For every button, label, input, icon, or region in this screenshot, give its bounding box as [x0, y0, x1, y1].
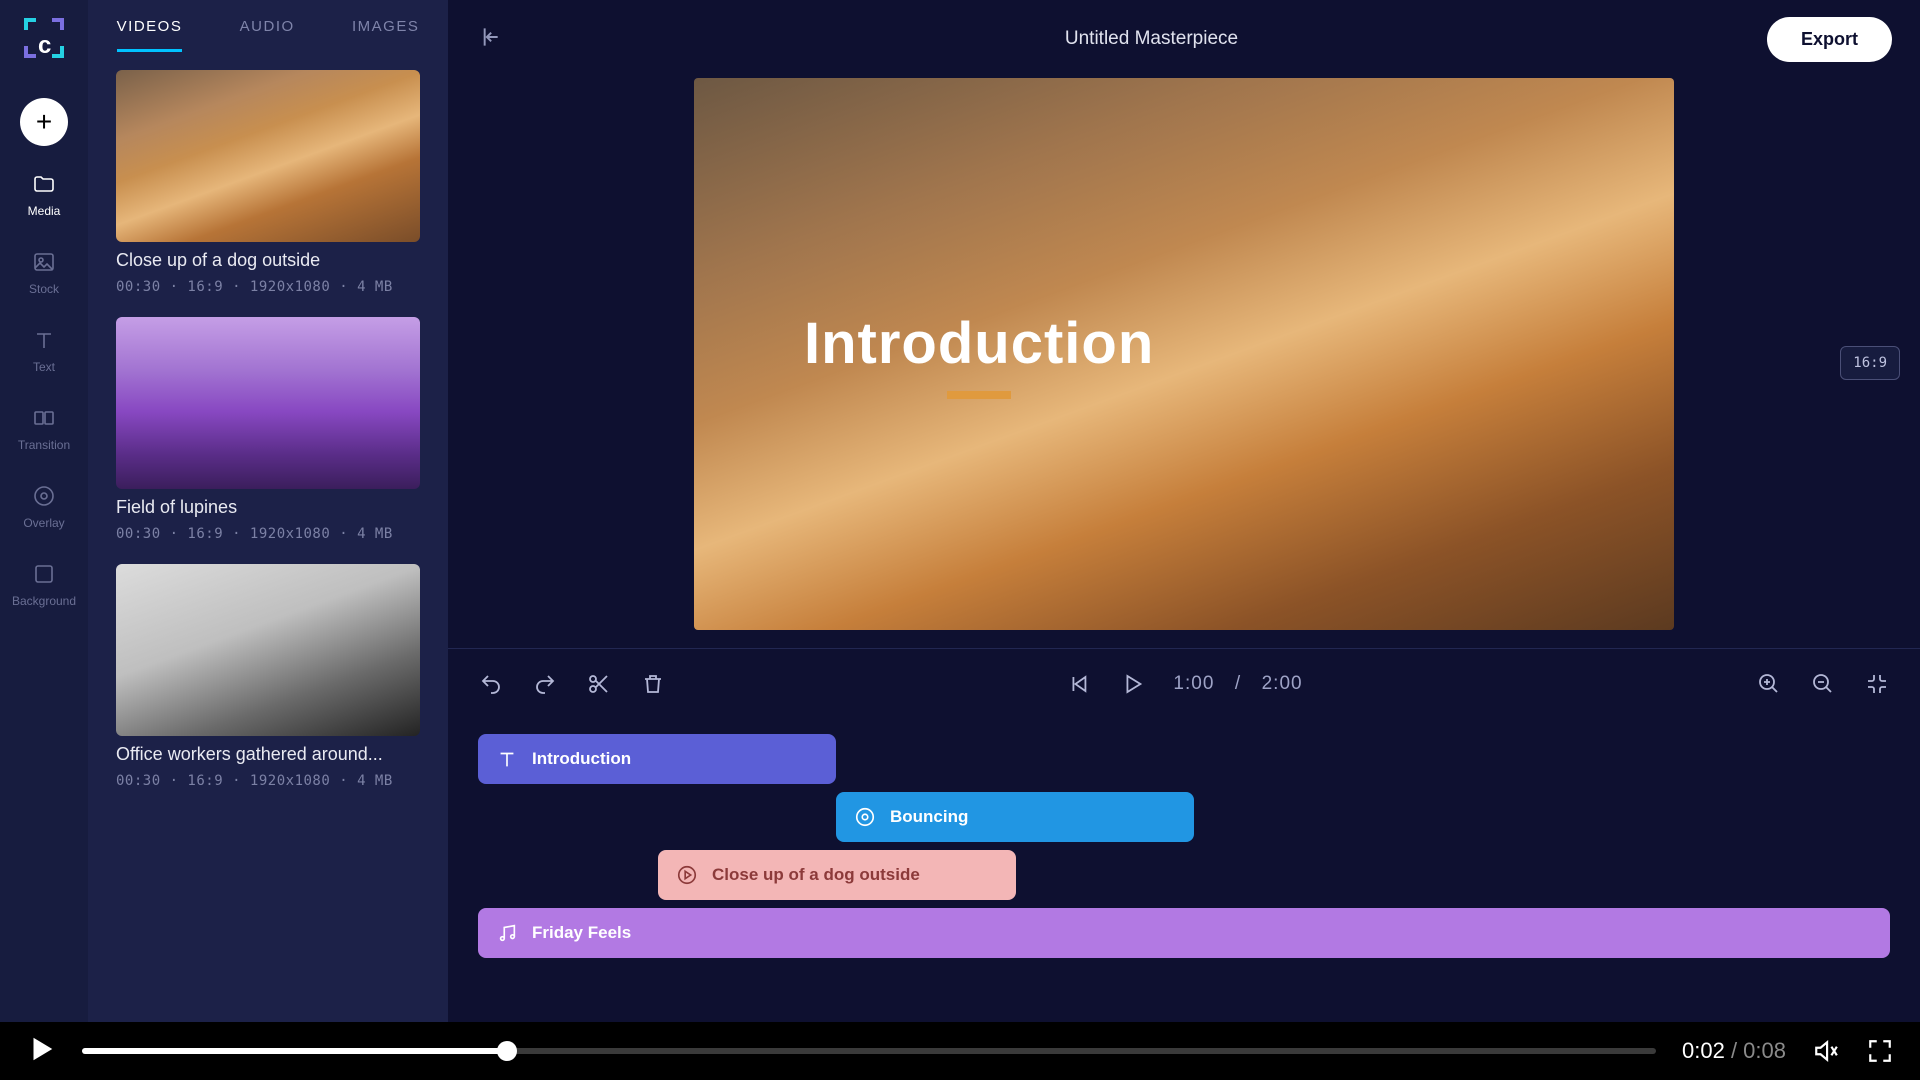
timeline-timecode: 1:00 / 2:00: [1173, 672, 1302, 695]
player-time-current: 0:02: [1682, 1038, 1725, 1063]
track-text[interactable]: Introduction: [478, 734, 836, 784]
track-audio[interactable]: Friday Feels: [478, 908, 1890, 958]
player-time-sep: /: [1725, 1038, 1743, 1063]
undo-icon[interactable]: [478, 671, 504, 697]
media-thumbnail: [116, 317, 420, 489]
player-time: 0:02 / 0:08: [1682, 1038, 1786, 1064]
play-icon[interactable]: [1119, 671, 1145, 697]
media-panel: VIDEOS AUDIO IMAGES Close up of a dog ou…: [88, 0, 448, 1022]
media-title: Close up of a dog outside: [116, 250, 420, 271]
rail-item-label: Overlay: [23, 516, 64, 530]
track-label: Bouncing: [890, 807, 968, 827]
zoom-out-icon[interactable]: [1810, 671, 1836, 697]
media-thumbnail: [116, 70, 420, 242]
rail-item-label: Stock: [29, 282, 59, 296]
rail-item-text[interactable]: Text: [0, 320, 88, 380]
playback-controls: 1:00 / 2:00: [1065, 671, 1302, 697]
rail-item-label: Background: [12, 594, 76, 608]
editor: Untitled Masterpiece Export Introduction…: [448, 0, 1920, 1022]
media-tabs: VIDEOS AUDIO IMAGES: [88, 0, 448, 52]
preview-title-text: Introduction: [804, 310, 1154, 377]
rail-item-background[interactable]: Background: [0, 554, 88, 614]
rail-item-label: Media: [28, 204, 61, 218]
zoom-in-icon[interactable]: [1756, 671, 1782, 697]
rail-item-transition[interactable]: Transition: [0, 398, 88, 458]
player-seek-knob[interactable]: [497, 1041, 517, 1061]
player-bar: 0:02 / 0:08: [0, 1022, 1920, 1080]
media-meta: 00:30 · 16:9 · 1920x1080 · 4 MB: [116, 773, 420, 789]
rail-item-label: Text: [33, 360, 55, 374]
square-icon: [30, 560, 58, 588]
folder-icon: [30, 170, 58, 198]
minimize-icon[interactable]: [1864, 671, 1890, 697]
tab-audio[interactable]: AUDIO: [240, 18, 295, 52]
preview-underline: [947, 391, 1011, 399]
app-logo: c: [20, 14, 68, 62]
redo-icon[interactable]: [532, 671, 558, 697]
preview-row: Introduction 16:9: [448, 78, 1920, 648]
track-video-clip[interactable]: Close up of a dog outside: [658, 850, 1016, 900]
time-separator: /: [1235, 673, 1241, 694]
transition-icon: [30, 404, 58, 432]
view-controls: [1756, 671, 1890, 697]
collapse-panel-icon[interactable]: [476, 24, 502, 55]
player-seek-fill: [82, 1048, 507, 1054]
track-label: Close up of a dog outside: [712, 865, 920, 885]
player-time-duration: 0:08: [1743, 1038, 1786, 1063]
text-icon: [496, 748, 518, 770]
media-list: Close up of a dog outside 00:30 · 16:9 ·…: [88, 52, 448, 1022]
track-label: Friday Feels: [532, 923, 631, 943]
time-current: 1:00: [1173, 673, 1214, 694]
aspect-ratio-badge[interactable]: 16:9: [1840, 346, 1900, 380]
skip-start-icon[interactable]: [1065, 671, 1091, 697]
edit-controls: [478, 671, 666, 697]
track-label: Introduction: [532, 749, 631, 769]
timeline-controls: 1:00 / 2:00: [448, 648, 1920, 718]
fullscreen-icon[interactable]: [1866, 1037, 1894, 1065]
timeline[interactable]: Introduction Bouncing Close up of a dog …: [448, 718, 1920, 1022]
media-thumbnail: [116, 564, 420, 736]
trash-icon[interactable]: [640, 671, 666, 697]
record-icon: [854, 806, 876, 828]
record-icon: [30, 482, 58, 510]
video-preview[interactable]: Introduction: [694, 78, 1674, 630]
player-play-icon[interactable]: [26, 1034, 56, 1069]
media-item[interactable]: Office workers gathered around... 00:30 …: [116, 564, 420, 789]
media-meta: 00:30 · 16:9 · 1920x1080 · 4 MB: [116, 279, 420, 295]
media-title: Office workers gathered around...: [116, 744, 420, 765]
rail-item-stock[interactable]: Stock: [0, 242, 88, 302]
project-title[interactable]: Untitled Masterpiece: [536, 28, 1767, 50]
music-icon: [496, 922, 518, 944]
tab-videos[interactable]: VIDEOS: [117, 18, 183, 52]
add-button[interactable]: +: [20, 98, 68, 146]
tab-images[interactable]: IMAGES: [352, 18, 419, 52]
image-icon: [30, 248, 58, 276]
media-item[interactable]: Close up of a dog outside 00:30 · 16:9 ·…: [116, 70, 420, 295]
nav-rail: c + Media Stock Text Transition Overlay …: [0, 0, 88, 1022]
media-item[interactable]: Field of lupines 00:30 · 16:9 · 1920x108…: [116, 317, 420, 542]
scissors-icon[interactable]: [586, 671, 612, 697]
export-button[interactable]: Export: [1767, 17, 1892, 62]
media-title: Field of lupines: [116, 497, 420, 518]
time-total: 2:00: [1262, 673, 1303, 694]
rail-item-media[interactable]: Media: [0, 164, 88, 224]
preview-text-overlay: Introduction: [804, 310, 1154, 399]
player-seek-track[interactable]: [82, 1048, 1656, 1054]
topbar: Untitled Masterpiece Export: [448, 0, 1920, 78]
rail-item-label: Transition: [18, 438, 70, 452]
text-icon: [30, 326, 58, 354]
media-meta: 00:30 · 16:9 · 1920x1080 · 4 MB: [116, 526, 420, 542]
mute-icon[interactable]: [1812, 1037, 1840, 1065]
track-overlay[interactable]: Bouncing: [836, 792, 1194, 842]
play-circle-icon: [676, 864, 698, 886]
rail-item-overlay[interactable]: Overlay: [0, 476, 88, 536]
